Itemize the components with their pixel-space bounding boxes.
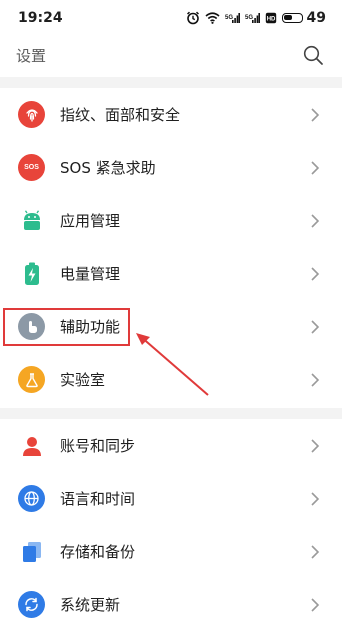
sos-badge-text: SOS <box>24 164 39 171</box>
chevron-right-icon <box>311 439 320 453</box>
row-lab[interactable]: 实验室 <box>0 353 342 406</box>
sos-icon: SOS <box>18 154 45 181</box>
alarm-icon <box>186 11 199 25</box>
chevron-right-icon <box>311 161 320 175</box>
update-icon <box>18 591 45 618</box>
row-app-management[interactable]: 应用管理 <box>0 194 342 247</box>
row-storage-backup[interactable]: 存储和备份 <box>0 525 342 578</box>
row-label: 辅助功能 <box>60 318 121 336</box>
battery-icon <box>281 13 303 23</box>
section-divider <box>0 77 342 88</box>
row-label: 账号和同步 <box>60 437 136 455</box>
android-icon <box>18 207 45 234</box>
status-icons: 5G 5G HD 49 <box>186 10 326 26</box>
row-language-time[interactable]: 语言和时间 <box>0 472 342 525</box>
hand-pointer-icon <box>18 313 45 340</box>
search-button[interactable] <box>302 44 324 66</box>
settings-group-1: 指纹、面部和安全 SOS SOS 紧急求助 应用管理 电量管理 辅助功能 实验室 <box>0 88 342 406</box>
chevron-right-icon <box>311 108 320 122</box>
fingerprint-icon <box>18 101 45 128</box>
battery-charge-icon <box>18 260 45 287</box>
row-fingerprint-security[interactable]: 指纹、面部和安全 <box>0 88 342 141</box>
signal-icon-2: 5G <box>245 13 260 23</box>
row-battery-management[interactable]: 电量管理 <box>0 247 342 300</box>
page-title: 设置 <box>16 46 47 65</box>
row-label: 存储和备份 <box>60 543 136 561</box>
chevron-right-icon <box>311 267 320 281</box>
status-bar: 19:24 5G 5G HD 49 <box>0 0 342 36</box>
flask-icon <box>18 366 45 393</box>
chevron-right-icon <box>311 492 320 506</box>
chevron-right-icon <box>311 320 320 334</box>
wifi-icon <box>204 12 220 24</box>
signal-icon-1: 5G <box>225 13 240 23</box>
row-label: 应用管理 <box>60 212 121 230</box>
row-sos[interactable]: SOS SOS 紧急求助 <box>0 141 342 194</box>
svg-text:HD: HD <box>266 17 275 23</box>
row-label: 语言和时间 <box>60 490 136 508</box>
search-icon <box>303 45 323 65</box>
globe-icon <box>18 485 45 512</box>
settings-group-2: 账号和同步 语言和时间 存储和备份 系统更新 <box>0 419 342 631</box>
chevron-right-icon <box>311 545 320 559</box>
row-account-sync[interactable]: 账号和同步 <box>0 419 342 472</box>
storage-icon <box>18 538 45 565</box>
row-label: 指纹、面部和安全 <box>60 106 181 124</box>
row-label: 电量管理 <box>60 265 121 283</box>
chevron-right-icon <box>311 598 320 612</box>
person-icon <box>18 432 45 459</box>
row-accessibility[interactable]: 辅助功能 <box>0 300 342 353</box>
section-divider <box>0 408 342 419</box>
row-label: SOS 紧急求助 <box>60 159 156 177</box>
battery-level: 49 <box>306 10 326 26</box>
chevron-right-icon <box>311 373 320 387</box>
row-system-update[interactable]: 系统更新 <box>0 578 342 631</box>
header: 设置 <box>0 36 342 74</box>
row-label: 系统更新 <box>60 596 121 614</box>
status-time: 19:24 <box>18 10 63 26</box>
row-label: 实验室 <box>60 371 106 389</box>
battery-indicator: 49 <box>281 10 326 26</box>
chevron-right-icon <box>311 214 320 228</box>
hd-icon: HD <box>265 12 276 24</box>
